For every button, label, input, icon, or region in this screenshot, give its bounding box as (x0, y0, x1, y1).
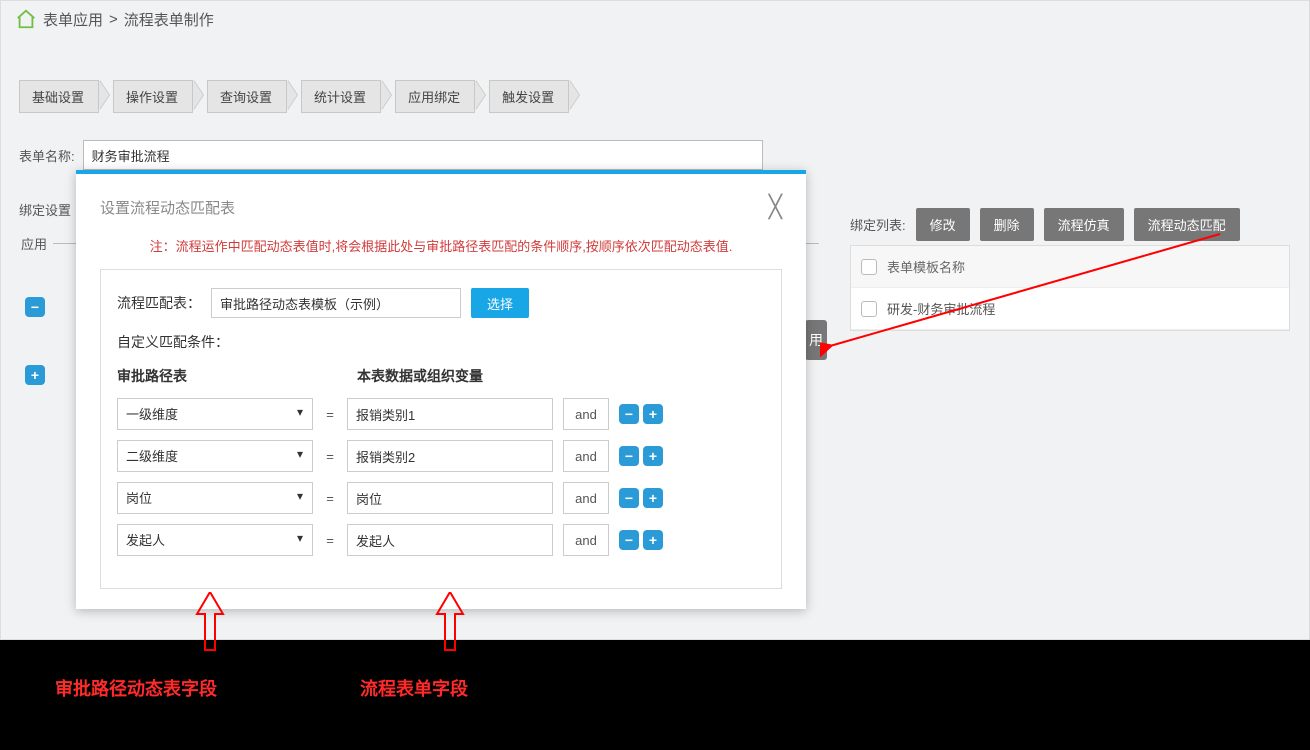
breadcrumb: 表单应用 > 流程表单制作 (15, 8, 214, 30)
add-cond-2[interactable]: + (643, 446, 663, 466)
remove-cond-2[interactable]: − (619, 446, 639, 466)
app-groupbox-label: 应用 (15, 234, 53, 253)
col2-label: 本表数据或组织变量 (357, 366, 483, 386)
header-template-name: 表单模板名称 (887, 257, 965, 276)
modal-note: 注：流程运作中匹配动态表值时,将会根据此处与审批路径表匹配的条件顺序,按顺序依次… (76, 230, 806, 269)
collapse-button[interactable]: − (25, 297, 45, 317)
simulate-button[interactable]: 流程仿真 (1044, 208, 1124, 241)
bind-settings-label: 绑定设置 (19, 200, 71, 219)
op-box-3[interactable]: and (563, 482, 609, 514)
table-row[interactable]: 研发-财务审批流程 (851, 288, 1289, 330)
add-cond-1[interactable]: + (643, 404, 663, 424)
dynamic-match-button[interactable]: 流程动态匹配 (1134, 208, 1240, 241)
collapsed-side-button[interactable]: 用 (805, 320, 827, 360)
condition-row-1: 一级维度 = and − + (117, 398, 765, 430)
columns-header: 审批路径表 本表数据或组织变量 (117, 366, 765, 386)
tab-query[interactable]: 查询设置 (207, 80, 287, 113)
condition-row-2: 二级维度 = and − + (117, 440, 765, 472)
breadcrumb-sep: > (109, 11, 118, 28)
row-template-name: 研发-财务审批流程 (887, 299, 995, 318)
select-button[interactable]: 选择 (471, 288, 529, 318)
remove-cond-4[interactable]: − (619, 530, 639, 550)
left-select-2[interactable]: 二级维度 (117, 440, 313, 472)
right-input-3[interactable] (347, 482, 553, 514)
header-checkbox[interactable] (861, 259, 877, 275)
match-table-row: 流程匹配表： 选择 (117, 288, 765, 318)
match-table-input[interactable] (211, 288, 461, 318)
col1-label: 审批路径表 (117, 366, 337, 386)
modal-title: 设置流程动态匹配表 (100, 197, 235, 218)
tab-action[interactable]: 操作设置 (113, 80, 193, 113)
remove-cond-1[interactable]: − (619, 404, 639, 424)
add-cond-3[interactable]: + (643, 488, 663, 508)
add-cond-4[interactable]: + (643, 530, 663, 550)
custom-cond-label: 自定义匹配条件： (117, 332, 229, 352)
left-select-1[interactable]: 一级维度 (117, 398, 313, 430)
modify-button[interactable]: 修改 (916, 208, 970, 241)
settings-tabs: 基础设置 操作设置 查询设置 统计设置 应用绑定 触发设置 (19, 80, 583, 113)
condition-row-4: 发起人 = and − + (117, 524, 765, 556)
right-input-4[interactable] (347, 524, 553, 556)
custom-cond-row: 自定义匹配条件： (117, 332, 765, 352)
bind-list-toolbar: 绑定列表: 修改 删除 流程仿真 流程动态匹配 (850, 208, 1240, 241)
right-input-2[interactable] (347, 440, 553, 472)
table-header-row: 表单模板名称 (851, 246, 1289, 288)
left-select-3[interactable]: 岗位 (117, 482, 313, 514)
breadcrumb-b[interactable]: 流程表单制作 (124, 9, 214, 30)
remove-cond-3[interactable]: − (619, 488, 639, 508)
breadcrumb-a[interactable]: 表单应用 (43, 9, 103, 30)
annotation-label-left: 审批路径动态表字段 (55, 675, 217, 701)
form-name-row: 表单名称: (19, 140, 763, 170)
expand-button[interactable]: + (25, 365, 45, 385)
condition-row-3: 岗位 = and − + (117, 482, 765, 514)
tab-stats[interactable]: 统计设置 (301, 80, 381, 113)
delete-button[interactable]: 删除 (980, 208, 1034, 241)
modal-body: 流程匹配表： 选择 自定义匹配条件： 审批路径表 本表数据或组织变量 一级维度 … (100, 269, 782, 589)
op-box-1[interactable]: and (563, 398, 609, 430)
close-icon[interactable]: ╳ (769, 194, 782, 220)
annotation-arrow-left (195, 592, 225, 652)
bind-list-label: 绑定列表: (850, 215, 906, 234)
tab-trigger[interactable]: 触发设置 (489, 80, 569, 113)
eq-2: = (323, 449, 337, 464)
left-select-4[interactable]: 发起人 (117, 524, 313, 556)
form-name-input[interactable] (83, 140, 763, 170)
match-table-label: 流程匹配表： (117, 293, 201, 313)
modal-header: 设置流程动态匹配表 ╳ (76, 174, 806, 230)
op-box-4[interactable]: and (563, 524, 609, 556)
home-icon (15, 8, 37, 30)
dynamic-match-modal: 设置流程动态匹配表 ╳ 注：流程运作中匹配动态表值时,将会根据此处与审批路径表匹… (76, 170, 806, 609)
right-input-1[interactable] (347, 398, 553, 430)
form-name-label: 表单名称: (19, 146, 75, 165)
eq-1: = (323, 407, 337, 422)
eq-4: = (323, 533, 337, 548)
tab-basic[interactable]: 基础设置 (19, 80, 99, 113)
tab-app-bind[interactable]: 应用绑定 (395, 80, 475, 113)
annotation-arrow-right (435, 592, 465, 652)
template-table: 表单模板名称 研发-财务审批流程 (850, 245, 1290, 331)
op-box-2[interactable]: and (563, 440, 609, 472)
annotation-label-right: 流程表单字段 (360, 675, 468, 701)
row-checkbox[interactable] (861, 301, 877, 317)
eq-3: = (323, 491, 337, 506)
